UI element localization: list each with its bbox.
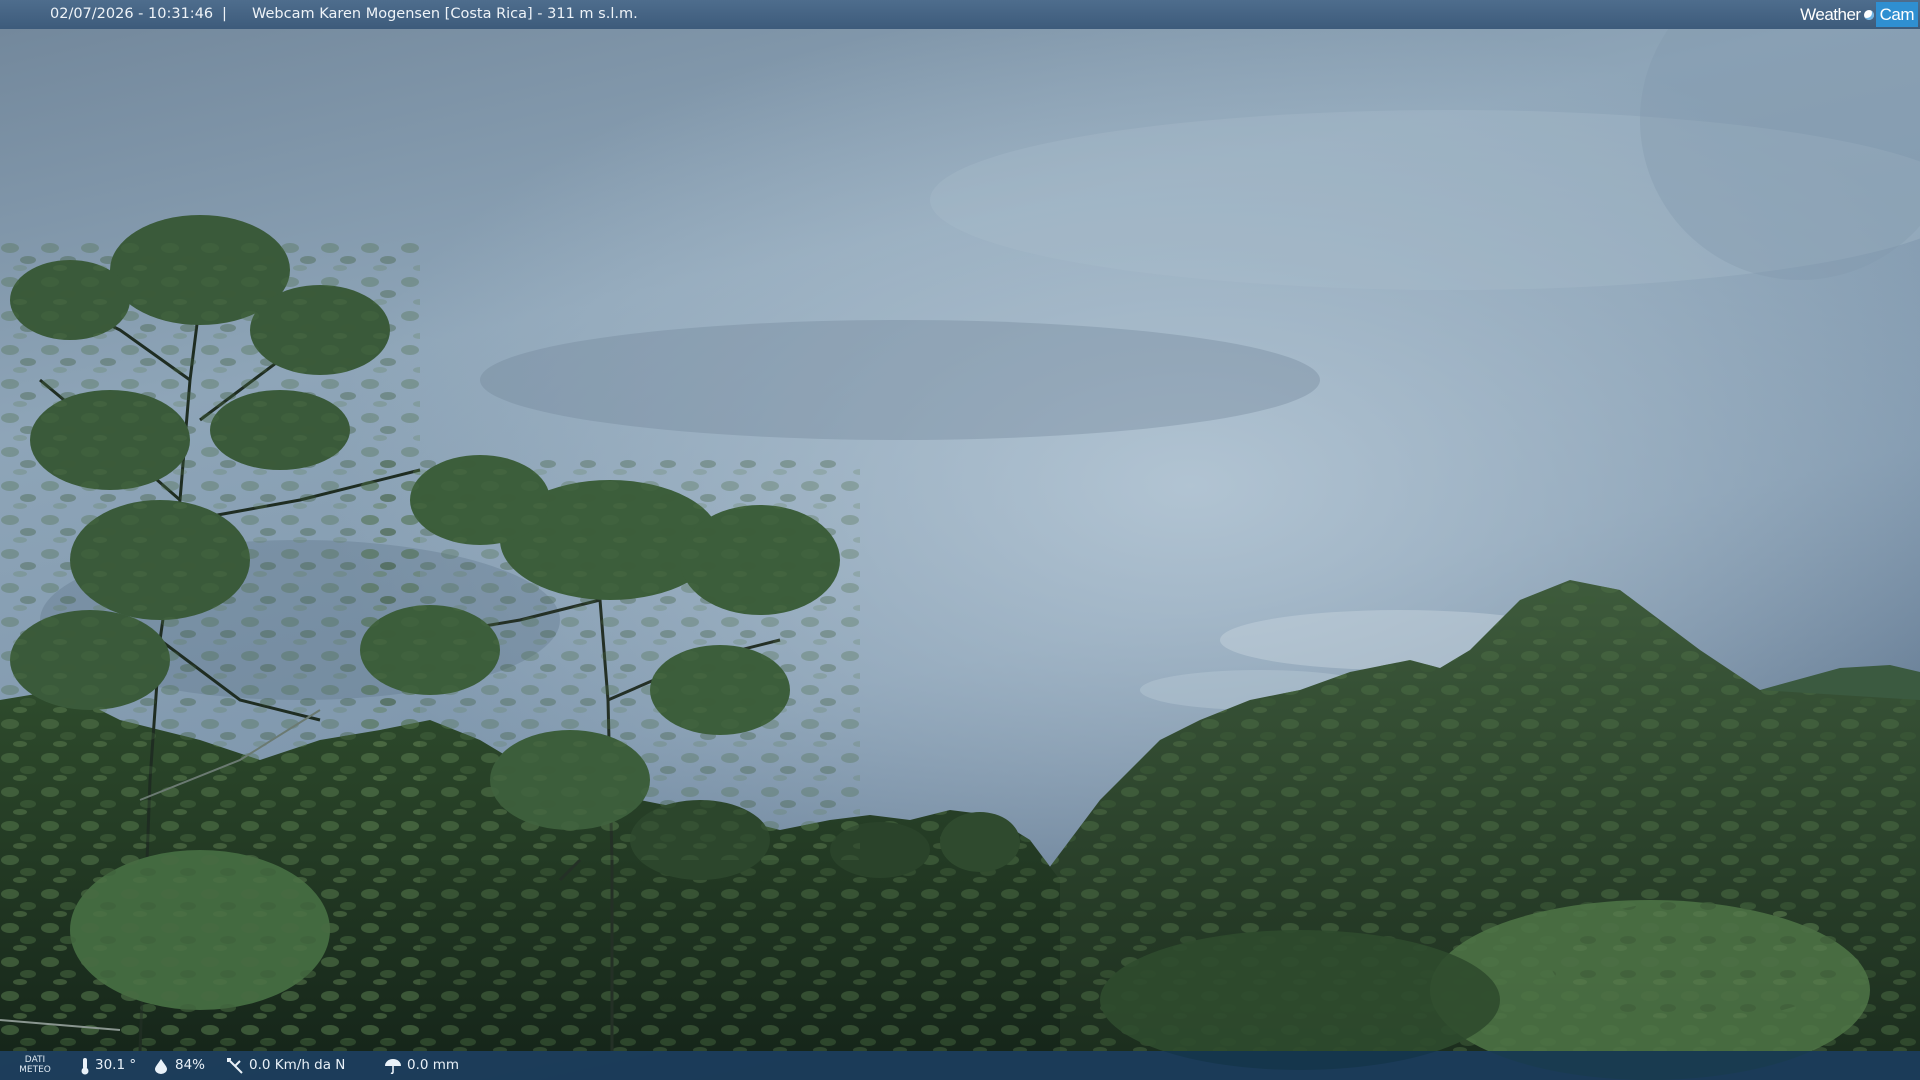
temperature-reading: 30.1 ° xyxy=(80,1051,136,1080)
logo-word-cam: Cam xyxy=(1875,2,1918,27)
logo-word-weather: Weather xyxy=(1800,4,1861,24)
webcam-image xyxy=(0,0,1920,1080)
temperature-value: 30.1 ° xyxy=(95,1057,137,1073)
logo-dot-icon xyxy=(1863,9,1874,20)
rain-reading: 0.0 mm xyxy=(384,1051,459,1080)
weathercam-logo[interactable]: Weather Cam xyxy=(1800,2,1918,27)
timestamp: 02/07/2026 - 10:31:46 xyxy=(50,6,214,22)
weather-data-label: DATI METEO xyxy=(18,1055,52,1075)
thermometer-icon xyxy=(81,1057,89,1074)
humidity-icon xyxy=(155,1058,167,1074)
rain-value: 0.0 mm xyxy=(407,1057,460,1073)
weather-data-bar: DATI METEO 30.1 ° 84% 0.0 Km/h da N 0.0 … xyxy=(0,1051,1920,1080)
top-info-bar: 02/07/2026 - 10:31:46 | Webcam Karen Mog… xyxy=(0,0,1920,29)
humidity-value: 84% xyxy=(175,1057,206,1073)
wind-reading: 0.0 Km/h da N xyxy=(226,1051,345,1080)
humidity-reading: 84% xyxy=(152,1051,205,1080)
rain-gauge-icon xyxy=(385,1058,401,1074)
weather-label-line1: DATI xyxy=(24,1055,46,1065)
separator: | xyxy=(222,6,227,22)
wind-value: 0.0 Km/h da N xyxy=(249,1057,346,1073)
weather-label-line2: METEO xyxy=(19,1065,51,1075)
wind-icon xyxy=(227,1057,243,1074)
webcam-caption: Webcam Karen Mogensen [Costa Rica] - 311… xyxy=(252,6,638,22)
